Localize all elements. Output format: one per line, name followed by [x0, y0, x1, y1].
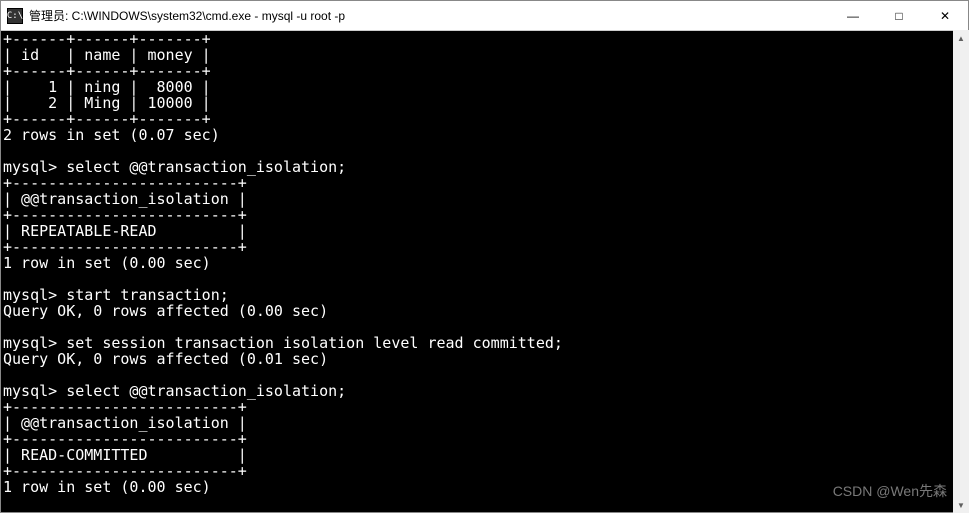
close-button[interactable]: ✕	[922, 1, 968, 30]
terminal-line: 2 rows in set (0.07 sec)	[3, 126, 220, 144]
minimize-button[interactable]: —	[830, 1, 876, 30]
window-controls: — □ ✕	[830, 1, 968, 30]
titlebar[interactable]: C:\ 管理员: C:\WINDOWS\system32\cmd.exe - m…	[1, 1, 968, 31]
terminal-line: mysql>	[3, 510, 57, 512]
app-icon: C:\	[7, 8, 23, 24]
scroll-track[interactable]	[953, 46, 969, 497]
terminal-output[interactable]: +------+------+-------+ | id | name | mo…	[1, 31, 968, 512]
terminal-line: Query OK, 0 rows affected (0.00 sec)	[3, 302, 328, 320]
scroll-up-arrow-icon[interactable]: ▲	[953, 30, 969, 46]
scroll-down-arrow-icon[interactable]: ▼	[953, 497, 969, 513]
terminal-line: 1 row in set (0.00 sec)	[3, 478, 211, 496]
terminal-line: 1 row in set (0.00 sec)	[3, 254, 211, 272]
cmd-window: C:\ 管理员: C:\WINDOWS\system32\cmd.exe - m…	[0, 0, 969, 513]
terminal-line: Query OK, 0 rows affected (0.01 sec)	[3, 350, 328, 368]
vertical-scrollbar[interactable]: ▲ ▼	[953, 30, 969, 513]
maximize-button[interactable]: □	[876, 1, 922, 30]
window-title: 管理员: C:\WINDOWS\system32\cmd.exe - mysql…	[29, 7, 830, 24]
